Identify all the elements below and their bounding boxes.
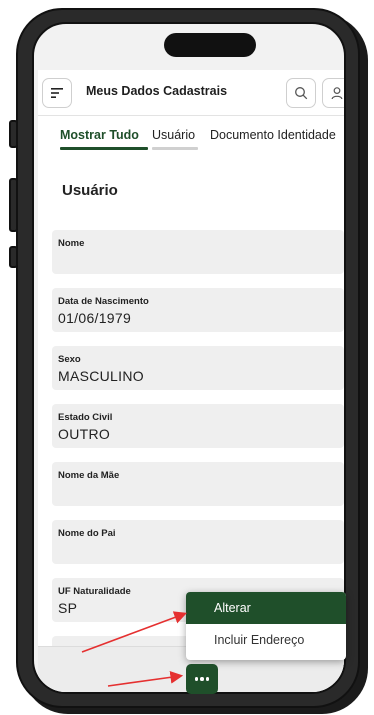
field-nome-mae[interactable]: Nome da Mãe [52, 462, 344, 506]
phone-side-button [9, 120, 18, 148]
more-horizontal-icon [200, 677, 204, 681]
field-estado-civil[interactable]: Estado Civil OUTRO [52, 404, 344, 448]
field-label: Nome da Mãe [58, 470, 120, 481]
field-value: 01/06/1979 [58, 310, 132, 326]
search-icon [295, 87, 308, 100]
field-label: Sexo [58, 354, 81, 365]
tab-mostrar-tudo[interactable]: Mostrar Tudo [60, 128, 139, 142]
stage: Meus Dados Cadastrais Mostrar Tudo Usuár… [0, 0, 374, 715]
tab-documento-identidade[interactable]: Documento Identidade [210, 128, 336, 142]
app-header: Meus Dados Cadastrais [38, 70, 344, 116]
field-value: MASCULINO [58, 368, 144, 384]
tab-usuario[interactable]: Usuário [152, 128, 195, 142]
field-label: Estado Civil [58, 412, 113, 423]
field-label: UF Naturalidade [58, 586, 131, 597]
menu-button[interactable] [42, 78, 72, 108]
phone-volume-down-button [9, 246, 18, 268]
page-title: Meus Dados Cadastrais [86, 84, 228, 98]
section-title: Usuário [62, 182, 118, 199]
more-horizontal-icon [194, 677, 199, 681]
popup-menu: Alterar Incluir Endereço [186, 592, 346, 660]
menu-item-incluir-endereco[interactable]: Incluir Endereço [186, 624, 346, 656]
user-button[interactable] [322, 78, 344, 108]
search-button[interactable] [286, 78, 316, 108]
user-icon [331, 87, 343, 100]
more-actions-button[interactable] [186, 664, 218, 694]
field-value: OUTRO [58, 426, 111, 442]
menu-icon [51, 88, 63, 98]
active-tab-indicator [60, 147, 148, 150]
field-nome-pai[interactable]: Nome do Pai [52, 520, 344, 564]
phone-volume-up-button [9, 178, 18, 232]
field-sexo[interactable]: Sexo MASCULINO [52, 346, 344, 390]
menu-item-alterar[interactable]: Alterar [186, 592, 346, 624]
tab-bar: Mostrar Tudo Usuário Documento Identidad… [38, 116, 344, 156]
field-label: Nome [58, 238, 85, 249]
field-label: Nome do Pai [58, 528, 116, 539]
tab-indicator [152, 147, 198, 150]
more-horizontal-icon [205, 677, 210, 681]
field-data-nascimento[interactable]: Data de Nascimento 01/06/1979 [52, 288, 344, 332]
phone-notch [164, 33, 256, 57]
field-value: SP [58, 600, 78, 616]
field-nome[interactable]: Nome [52, 230, 344, 274]
field-label: Data de Nascimento [58, 296, 149, 307]
